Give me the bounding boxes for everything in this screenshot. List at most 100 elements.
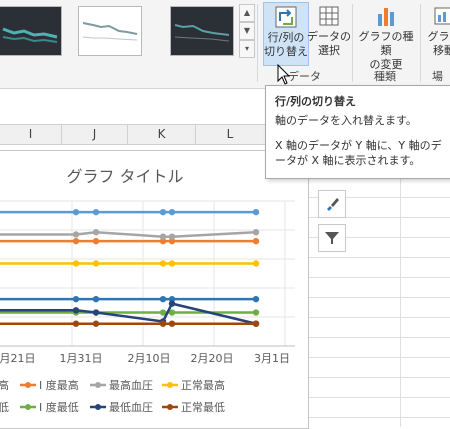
data-point[interactable]	[159, 320, 167, 327]
move-chart-icon	[424, 2, 450, 30]
legend-label: 高	[0, 378, 9, 392]
data-point[interactable]	[72, 260, 80, 267]
group-label-type: 種類	[374, 70, 396, 83]
switch-row-column-label-1: 行/列の	[267, 31, 305, 44]
data-point[interactable]	[168, 300, 176, 307]
x-tick-label: 2月10日	[128, 352, 171, 365]
chart-style-thumb-3[interactable]	[170, 6, 234, 56]
data-point[interactable]	[92, 295, 100, 303]
data-point[interactable]	[252, 237, 260, 245]
column-header-l[interactable]: L	[196, 125, 264, 144]
data-point[interactable]	[252, 295, 260, 303]
gallery-more[interactable]: ▾	[239, 40, 255, 58]
data-point[interactable]	[159, 208, 167, 216]
group-label-data: データ	[288, 70, 321, 83]
separator	[352, 4, 353, 82]
grid-line	[400, 177, 401, 427]
column-headers: I J K L	[0, 124, 265, 145]
legend-label: I 度最高	[39, 378, 79, 392]
move-chart-button[interactable]: グラフ 移動	[424, 2, 450, 64]
data-point[interactable]	[72, 307, 80, 314]
data-point[interactable]	[168, 233, 176, 240]
grid-line	[308, 297, 450, 298]
separator	[420, 4, 421, 82]
legend-marker	[95, 382, 101, 388]
legend-marker	[167, 382, 173, 388]
chart-plot: 1月21日 1月31日 2月10日 2月20日 3月1日高低 I 度最高 最高血圧 正常最高 I…	[0, 200, 295, 414]
legend-label: 正常最低	[181, 401, 225, 414]
chart-styles-button[interactable]	[318, 190, 346, 218]
switch-row-column-button[interactable]: 行/列の 切り替え	[263, 2, 309, 66]
data-point[interactable]	[72, 320, 80, 327]
data-point[interactable]	[252, 309, 260, 316]
legend-label: I 度最低	[39, 400, 79, 414]
grid-line	[308, 357, 450, 358]
change-chart-type-label-1: グラフの種類	[358, 30, 414, 57]
data-point[interactable]	[252, 229, 260, 236]
legend-marker	[95, 404, 101, 410]
grid-line	[308, 317, 450, 318]
column-header-k[interactable]: K	[128, 125, 196, 144]
tooltip-description: 軸のデータを入れ替えます。	[275, 114, 417, 127]
chart-style-thumb-2[interactable]	[78, 6, 142, 56]
legend-label: 最高血圧	[109, 378, 153, 392]
legend-label: 最低血圧	[109, 400, 153, 414]
chart-filters-button[interactable]	[318, 224, 346, 252]
tooltip: 行/列の切り替え 軸のデータを入れ替えます。 X 軸のデータが Y 軸に、Y 軸…	[265, 85, 450, 179]
tooltip-note: X 軸のデータが Y 軸に、Y 軸のデータが X 軸に表示されます。	[275, 139, 442, 167]
series-line[interactable]	[0, 230, 257, 238]
switch-row-column-label-2: 切り替え	[264, 45, 308, 58]
legend-label: 低	[0, 401, 9, 414]
data-point[interactable]	[168, 260, 176, 267]
table-icon	[307, 2, 351, 30]
column-header-i[interactable]: I	[0, 125, 62, 144]
data-point[interactable]	[92, 229, 100, 236]
data-point[interactable]	[168, 320, 176, 327]
data-point[interactable]	[252, 208, 260, 216]
data-point[interactable]	[72, 295, 80, 303]
legend-label: 正常最高	[181, 378, 225, 392]
mouse-cursor-icon	[277, 64, 291, 85]
data-point[interactable]	[92, 309, 100, 316]
data-point[interactable]	[92, 208, 100, 216]
data-point[interactable]	[159, 233, 167, 240]
data-point[interactable]	[252, 260, 260, 267]
data-point[interactable]	[92, 320, 100, 327]
data-point[interactable]	[92, 260, 100, 267]
data-point[interactable]	[72, 208, 80, 216]
grid-line	[308, 397, 450, 398]
ribbon: ▲ ▼ ▾ 行/列の 切り替え データの 選択 データ グラフの種類 の変更 種…	[0, 0, 450, 99]
select-data-label-1: データの	[307, 30, 351, 43]
chart-area[interactable]: グラフ タイトル 1月21日1月31日2月10日2月20日3月1日高低I 度最高…	[0, 150, 309, 429]
column-header-j[interactable]: J	[62, 125, 128, 144]
separator	[257, 4, 258, 82]
legend-marker	[25, 404, 31, 410]
data-point[interactable]	[92, 237, 100, 245]
grid-line	[308, 377, 450, 378]
grid-line	[308, 337, 450, 338]
select-data-button[interactable]: データの 選択	[307, 2, 351, 64]
legend-marker	[25, 382, 31, 388]
switch-row-column-icon	[264, 3, 308, 31]
brush-icon	[327, 198, 339, 211]
x-tick-label: 1月21日	[0, 352, 36, 365]
x-tick-label: 2月20日	[191, 352, 234, 365]
grid-line	[308, 277, 450, 278]
gallery-scroll-up[interactable]: ▲	[239, 4, 255, 22]
x-tick-label: 1月31日	[60, 352, 103, 365]
grid-line	[308, 417, 450, 418]
change-chart-type-button[interactable]: グラフの種類 の変更	[354, 2, 418, 71]
data-point[interactable]	[252, 320, 260, 327]
bar-chart-icon	[354, 2, 418, 30]
data-point[interactable]	[168, 208, 176, 216]
move-chart-label-2: 移動	[433, 44, 450, 57]
data-point[interactable]	[159, 295, 167, 303]
chart-style-thumb-1[interactable]	[0, 6, 62, 56]
data-point[interactable]	[72, 237, 80, 245]
grid-line	[308, 257, 450, 258]
data-point[interactable]	[72, 231, 80, 238]
gallery-scroll-down[interactable]: ▼	[239, 22, 255, 40]
select-data-label-2: 選択	[318, 44, 340, 57]
legend-marker	[167, 404, 173, 410]
data-point[interactable]	[159, 260, 167, 267]
